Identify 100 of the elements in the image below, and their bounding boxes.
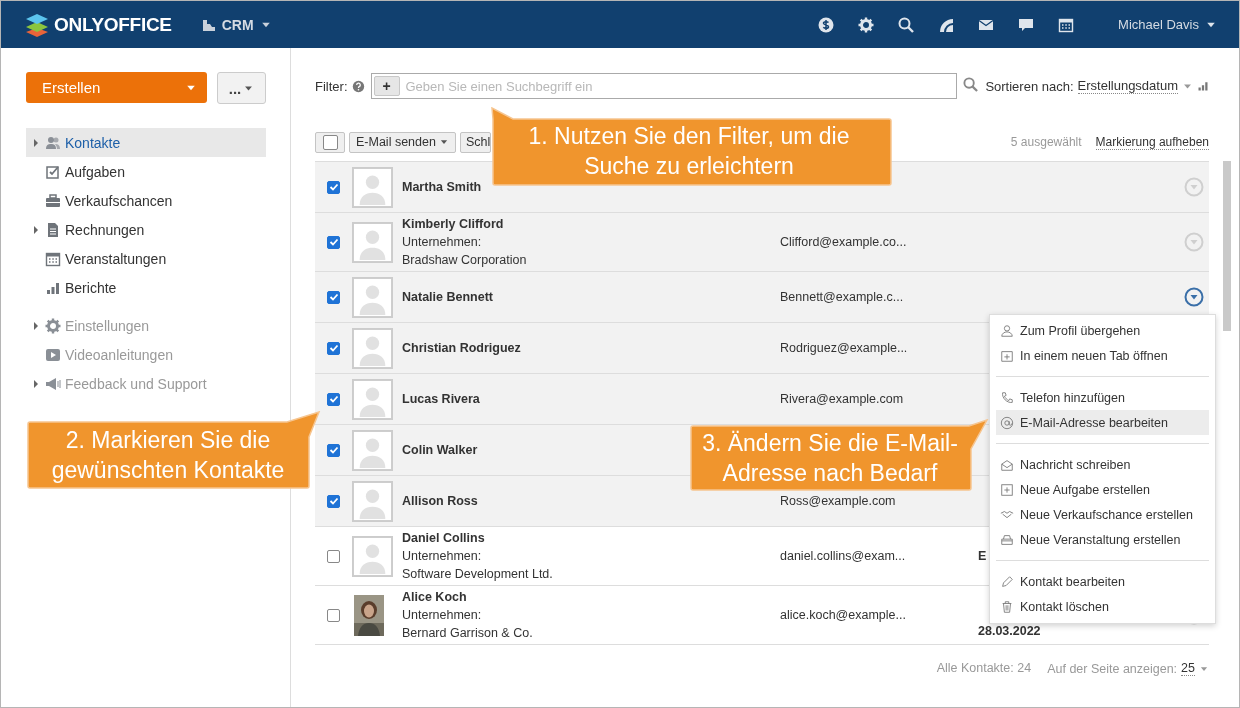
company-label: Unternehmen: <box>402 608 482 622</box>
menu-item[interactable]: Nachricht schreiben <box>996 452 1209 477</box>
dollar-icon[interactable] <box>818 16 835 33</box>
row-checkbox[interactable] <box>327 608 340 622</box>
email-address[interactable]: Ross@example.com <box>780 494 896 508</box>
row-checkbox[interactable] <box>327 290 340 304</box>
building-icon <box>201 17 216 32</box>
at-sign-icon <box>1000 415 1014 430</box>
email-address[interactable]: Clifford@example.co... <box>780 235 907 249</box>
row-checkbox[interactable] <box>327 443 340 457</box>
email-address[interactable]: Rivera@example.com <box>780 392 904 406</box>
checkbox-icon <box>45 163 61 180</box>
toolbar-button[interactable]: E-Mail senden <box>349 131 456 153</box>
row-checkbox[interactable] <box>327 494 340 508</box>
menu-item[interactable]: Neue Veranstaltung erstellen <box>996 527 1209 552</box>
menu-item[interactable]: Kontakt löschen <box>996 594 1209 619</box>
menu-item[interactable]: In einem neuen Tab öffnen <box>996 343 1209 368</box>
contact-name[interactable]: Daniel Collins <box>402 531 485 545</box>
company-label: Unternehmen: <box>402 549 482 563</box>
row-checkbox[interactable] <box>327 341 340 355</box>
table-cell: 28.03.2022 <box>978 624 1041 638</box>
settings-icon <box>45 317 61 334</box>
email-address[interactable]: alice.koch@example... <box>780 608 906 622</box>
envelope-icon <box>1000 457 1014 472</box>
search-icon[interactable] <box>962 77 978 92</box>
menu-item[interactable]: Neue Verkaufschance erstellen <box>996 502 1209 527</box>
chat-icon[interactable] <box>1018 16 1035 33</box>
email-address[interactable]: Rodriguez@example... <box>780 341 908 355</box>
trash-icon <box>1000 599 1014 614</box>
select-all-checkbox[interactable] <box>315 131 345 153</box>
help-icon[interactable] <box>351 79 365 93</box>
callout: 1. Nutzen Sie den Filter, um die Suche zu erleichtern <box>491 107 895 189</box>
per-page-label: Auf der Seite anzeigen: <box>1047 661 1178 676</box>
logo-text[interactable]: ONLYOFFICE <box>54 13 172 36</box>
user-menu[interactable]: Michael Davis <box>1118 17 1199 32</box>
sort-order-icon[interactable] <box>1197 80 1209 92</box>
contact-name[interactable]: Christian Rodriguez <box>402 341 521 355</box>
company-name[interactable]: Software Development Ltd. <box>402 567 553 581</box>
filter-label: Filter: <box>315 78 348 94</box>
contact-name[interactable]: Martha Smith <box>402 180 482 194</box>
phone-icon <box>1000 390 1014 405</box>
menu-item[interactable]: Kontakt bearbeiten <box>996 569 1209 594</box>
row-checkbox[interactable] <box>327 235 340 249</box>
nav-item[interactable]: Rechnungen <box>26 215 266 244</box>
contact-name[interactable]: Natalie Bennett <box>402 290 493 304</box>
email-address[interactable]: Bennett@example.c... <box>780 290 904 304</box>
expand-icon[interactable] <box>34 321 38 330</box>
briefcase-icon <box>45 192 61 209</box>
email-address[interactable]: daniel.collins@exam... <box>780 549 906 563</box>
nav-item[interactable]: Verkaufschancen <box>26 186 266 215</box>
total-count: Alle Kontakte: 24 <box>936 661 1032 676</box>
callout: 2. Markieren Sie die gewünschten Kontakte <box>25 411 321 492</box>
document-icon <box>45 221 61 238</box>
menu-item[interactable]: E-Mail-Adresse bearbeiten <box>996 410 1209 435</box>
nav-item[interactable]: Veranstaltungen <box>26 244 266 273</box>
feed-icon[interactable] <box>938 16 955 33</box>
nav-item[interactable]: Berichte <box>26 273 266 302</box>
row-checkbox[interactable] <box>327 549 340 563</box>
nav-item[interactable]: Kontakte <box>26 128 266 157</box>
new-tab-icon <box>1000 348 1014 363</box>
per-page-dropdown[interactable]: 25 <box>1181 661 1195 676</box>
tray-icon <box>1000 532 1014 547</box>
callout: 3. Ändern Sie die E-Mail-Adresse nach Bedarf <box>689 419 989 494</box>
contact-name[interactable]: Colin Walker <box>402 443 478 457</box>
company-name[interactable]: Bernard Garrison & Co. <box>402 626 533 640</box>
row-checkbox[interactable] <box>327 180 340 194</box>
search-icon[interactable] <box>898 16 915 33</box>
contact-name[interactable]: Kimberly Clifford <box>402 217 504 231</box>
row-menu-icon[interactable] <box>1184 287 1204 307</box>
megaphone-icon <box>45 375 61 392</box>
contact-name[interactable]: Alice Koch <box>402 590 467 604</box>
more-button[interactable]: ... <box>217 72 266 104</box>
table-cell: E <box>978 549 987 563</box>
menu-item[interactable]: Neue Aufgabe erstellen <box>996 477 1209 502</box>
row-checkbox[interactable] <box>327 392 340 406</box>
contact-name[interactable]: Lucas Rivera <box>402 392 480 406</box>
add-filter-button[interactable]: + <box>373 76 400 96</box>
menu-item[interactable]: Zum Profil übergehen <box>996 318 1209 343</box>
company-name[interactable]: Bradshaw Corporation <box>402 253 527 267</box>
toolbar-button[interactable]: Schl <box>459 131 492 153</box>
clear-selection-link[interactable]: Markierung aufheben <box>1095 134 1209 150</box>
nav-item[interactable]: Aufgaben <box>26 157 266 186</box>
calendar-icon <box>45 250 61 267</box>
person-icon <box>1000 323 1014 338</box>
people-icon <box>45 134 61 151</box>
company-label: Unternehmen: <box>402 235 482 249</box>
pencil-icon <box>1000 574 1014 589</box>
sort-dropdown[interactable]: Erstellungsdatum <box>1077 78 1178 94</box>
expand-icon[interactable] <box>34 225 38 234</box>
contact-name[interactable]: Allison Ross <box>402 494 478 508</box>
plus-box-icon <box>1000 482 1014 497</box>
scrollbar[interactable] <box>1223 161 1231 331</box>
calendar-icon[interactable] <box>1058 16 1075 33</box>
settings-icon[interactable] <box>858 16 875 33</box>
expand-icon[interactable] <box>34 379 38 388</box>
logo-icon <box>25 12 49 37</box>
module-switcher[interactable]: CRM <box>221 16 254 33</box>
menu-item[interactable]: Telefon hinzufügen <box>996 385 1209 410</box>
selected-count: 5 ausgewählt <box>1010 135 1082 149</box>
expand-icon[interactable] <box>34 138 38 147</box>
